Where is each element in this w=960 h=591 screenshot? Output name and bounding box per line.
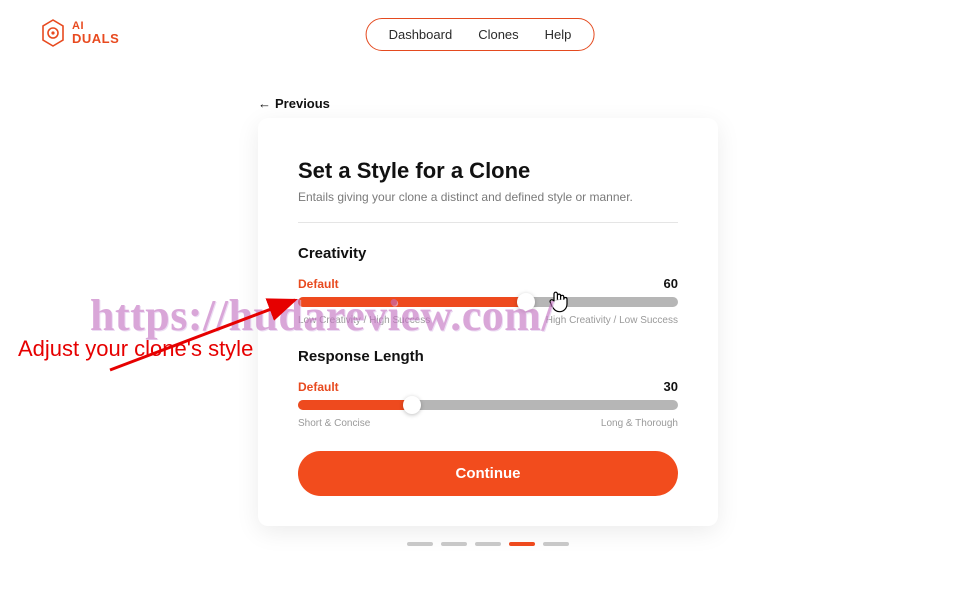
creativity-label: Default — [298, 277, 339, 291]
stepper-segment — [441, 542, 467, 546]
creativity-value: 60 — [664, 276, 678, 291]
brand-line2: DUALS — [72, 32, 119, 45]
stepper-segment — [407, 542, 433, 546]
back-label: Previous — [275, 96, 330, 111]
response-label: Default — [298, 380, 339, 394]
response-value: 30 — [664, 379, 678, 394]
stepper-segment — [475, 542, 501, 546]
creativity-slider-fill — [298, 297, 526, 307]
response-slider[interactable] — [298, 400, 678, 410]
nav-help[interactable]: Help — [545, 27, 572, 42]
progress-stepper — [258, 542, 718, 546]
back-previous-link[interactable]: ← Previous — [258, 96, 330, 111]
main-nav: Dashboard Clones Help — [366, 18, 595, 51]
creativity-slider[interactable] — [298, 297, 678, 307]
nav-clones[interactable]: Clones — [478, 27, 518, 42]
response-section-title: Response Length — [298, 348, 678, 365]
style-settings-card: Set a Style for a Clone Entails giving y… — [258, 118, 718, 526]
response-slider-fill — [298, 400, 412, 410]
creativity-caption-right: High Creativity / Low Success — [546, 315, 678, 326]
nav-dashboard[interactable]: Dashboard — [389, 27, 453, 42]
brand-logo: AI DUALS — [40, 18, 119, 48]
back-arrow-icon: ← — [258, 96, 271, 111]
response-caption-left: Short & Concise — [298, 418, 370, 429]
card-subtitle: Entails giving your clone a distinct and… — [298, 190, 678, 204]
divider — [298, 222, 678, 223]
logo-icon — [40, 18, 66, 48]
creativity-caption-left: Low Creativity / High Success — [298, 315, 430, 326]
creativity-slider-thumb[interactable] — [517, 293, 535, 311]
response-caption-right: Long & Thorough — [601, 418, 678, 429]
creativity-section-title: Creativity — [298, 245, 678, 262]
continue-button[interactable]: Continue — [298, 451, 678, 496]
annotation-text: Adjust your clone's style — [18, 335, 253, 363]
stepper-segment — [543, 542, 569, 546]
response-slider-thumb[interactable] — [403, 396, 421, 414]
card-title: Set a Style for a Clone — [298, 158, 678, 184]
stepper-segment — [509, 542, 535, 546]
